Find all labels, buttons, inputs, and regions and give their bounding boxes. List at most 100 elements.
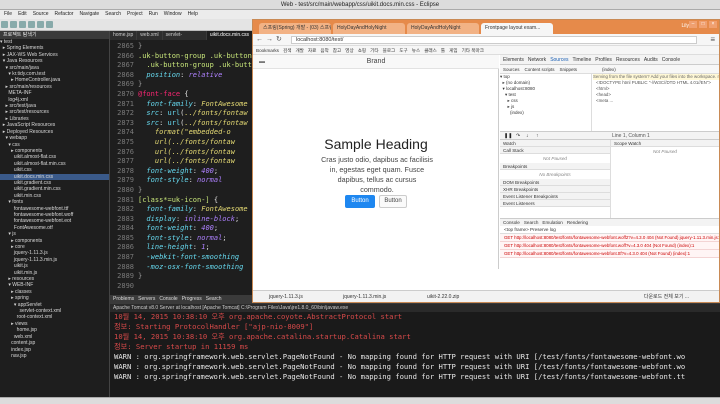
- console-tab[interactable]: Problems: [113, 295, 134, 304]
- devtools-tab[interactable]: Network: [528, 55, 546, 64]
- devtools-tab[interactable]: Profiles: [595, 55, 612, 64]
- bookmark-item[interactable]: 음악: [320, 46, 328, 54]
- devtools-tab[interactable]: Audits: [644, 55, 658, 64]
- run-icon[interactable]: [28, 21, 35, 28]
- show-all-downloads[interactable]: 다운로드 전체 보기 ...: [644, 293, 689, 302]
- bookmark-item[interactable]: 기타 북마크: [462, 46, 484, 54]
- console-frame-selector[interactable]: <top frame> Preserve log: [500, 226, 719, 234]
- menu-item[interactable]: Refactor: [55, 10, 74, 19]
- editor-tab[interactable]: uikit.docs.min.css: [206, 31, 252, 40]
- pane-header[interactable]: DOM Breakpoints: [500, 179, 610, 186]
- drawer-tab[interactable]: Search: [524, 219, 539, 226]
- new-icon[interactable]: [1, 21, 8, 28]
- line-numbers: 2865 2866 2867 2868 2869 2870 2871 2872 2873 2874…: [110, 42, 134, 291]
- devtools-tab[interactable]: Sources: [550, 55, 568, 64]
- chrome-user[interactable]: Lily: [681, 22, 689, 30]
- tab-spring[interactable]: 스프링(Spring) 개발 - (03) 스프링...: [259, 23, 331, 34]
- pane-header[interactable]: XHR Breakpoints: [500, 186, 610, 193]
- console-output[interactable]: 10월 14, 2015 10:38:10 오후 org.apache.coyo…: [110, 312, 720, 397]
- sources-subtab[interactable]: Snippets: [560, 65, 578, 73]
- console-tab[interactable]: Servers: [138, 295, 155, 304]
- menu-item[interactable]: Run: [149, 10, 158, 19]
- minimize-icon[interactable]: –: [689, 21, 697, 28]
- devtools-tab[interactable]: Elements: [503, 55, 524, 64]
- editor-tab[interactable]: servlet-context.xml: [162, 31, 206, 47]
- step-out-icon[interactable]: ↑: [536, 133, 539, 140]
- close-icon[interactable]: ×: [709, 21, 717, 28]
- pane-header[interactable]: Event Listener Breakpoints: [500, 193, 610, 200]
- primary-button[interactable]: Button: [345, 195, 375, 208]
- back-icon[interactable]: ←: [256, 36, 263, 44]
- download-item-uikit[interactable]: uikit-2.22.0.zip: [417, 293, 459, 302]
- drawer-tab[interactable]: Rendering: [567, 219, 588, 226]
- console-line: WARN : org.springframework.web.servlet.P…: [114, 362, 686, 371]
- step-over-icon[interactable]: ↷: [516, 133, 520, 140]
- default-button[interactable]: Button: [379, 195, 407, 208]
- bookmark-item[interactable]: 영상: [345, 46, 353, 54]
- pause-icon[interactable]: ❚❚: [504, 133, 512, 140]
- menu-item[interactable]: Navigate: [79, 10, 99, 19]
- bookmark-item[interactable]: 뉴스: [412, 46, 420, 54]
- devtools-tab[interactable]: Console: [662, 55, 680, 64]
- menu-item[interactable]: Source: [33, 10, 49, 19]
- open-file-tab[interactable]: (index): [602, 65, 616, 73]
- bookmark-item[interactable]: 게임: [449, 46, 457, 54]
- address-bar[interactable]: localhost:8080/test/: [291, 36, 697, 44]
- download-item-jquery-min[interactable]: jquery-1.11.3.min.js: [333, 293, 386, 302]
- menu-item[interactable]: Search: [105, 10, 121, 19]
- bookmark-item[interactable]: 툴: [441, 46, 445, 54]
- sources-subtab[interactable]: Sources: [503, 65, 520, 73]
- file-tree-item[interactable]: (index): [500, 110, 591, 116]
- download-item-jquery[interactable]: jquery-1.11.3.js: [259, 293, 303, 302]
- tab-holyday-2[interactable]: HolyDayAndHolyNight: [407, 23, 479, 34]
- console-errors: GET http://localhost:8080/test/fonts/fon…: [500, 234, 719, 269]
- navbar-brand[interactable]: Brand: [253, 58, 499, 65]
- line-number: 2869: [117, 80, 134, 89]
- bookmark-item[interactable]: 자료: [308, 46, 316, 54]
- console-tab[interactable]: Console: [159, 295, 177, 304]
- line-number: 2871: [117, 99, 134, 108]
- search-icon[interactable]: [46, 21, 53, 28]
- sources-subtab[interactable]: Content scripts: [525, 65, 555, 73]
- scope-tabs[interactable]: Scope Watch: [611, 140, 719, 147]
- bookmark-item[interactable]: 도구: [399, 46, 407, 54]
- menu-item[interactable]: Project: [127, 10, 143, 19]
- devtools-tab[interactable]: Timeline: [573, 55, 592, 64]
- tree-item[interactable]: nav.jsp: [0, 353, 109, 359]
- bookmark-item[interactable]: 참고: [333, 46, 341, 54]
- console-tab[interactable]: Search: [206, 295, 222, 304]
- bookmark-item[interactable]: 블로그: [383, 46, 396, 54]
- pane-header[interactable]: Event Listeners: [500, 200, 610, 207]
- menu-item[interactable]: File: [4, 10, 12, 19]
- devtools-tab[interactable]: Resources: [616, 55, 640, 64]
- forward-icon[interactable]: →: [266, 36, 273, 44]
- menu-item[interactable]: Help: [188, 10, 198, 19]
- menu-item[interactable]: Window: [164, 10, 182, 19]
- debug-icon[interactable]: [19, 21, 26, 28]
- tab-holyday-1[interactable]: HolyDayAndHolyNight: [333, 23, 405, 34]
- drawer-tab[interactable]: Emulation: [542, 219, 562, 226]
- reload-icon[interactable]: ↻: [276, 36, 282, 44]
- tab-frontpage[interactable]: Frontpage layout exam...: [481, 23, 553, 34]
- pane-header[interactable]: Watch: [500, 140, 610, 147]
- pane-header[interactable]: Breakpoints: [500, 163, 610, 170]
- chrome-menu-icon[interactable]: ≡: [710, 35, 715, 44]
- save-icon[interactable]: [10, 21, 17, 28]
- bookmark-item[interactable]: 클래스: [424, 46, 437, 54]
- step-into-icon[interactable]: ↓: [526, 133, 529, 140]
- css-editor[interactable]: 2865 2866 2867 2868 2869 2870 2871 2872 2873 2874…: [110, 40, 260, 295]
- bookmark-item[interactable]: 쇼핑: [358, 46, 366, 54]
- server-icon[interactable]: [37, 21, 44, 28]
- drawer-tab[interactable]: Console: [503, 219, 520, 226]
- pane-header[interactable]: Call Stack: [500, 147, 610, 154]
- bookmark-item[interactable]: 개발: [295, 46, 303, 54]
- menu-item[interactable]: Edit: [18, 10, 27, 19]
- code-text[interactable]: } .uk-button-group .uk-button .uk-button…: [138, 42, 260, 282]
- bookmark-item[interactable]: Bookmarks: [256, 46, 279, 54]
- bookmark-item[interactable]: 기타: [370, 46, 378, 54]
- editor-tab[interactable]: home.jsp: [110, 31, 137, 40]
- bookmark-item[interactable]: 검색: [283, 46, 291, 54]
- editor-tab[interactable]: web.xml: [137, 31, 162, 40]
- maximize-icon[interactable]: □: [699, 21, 707, 28]
- console-tab[interactable]: Progress: [182, 295, 202, 304]
